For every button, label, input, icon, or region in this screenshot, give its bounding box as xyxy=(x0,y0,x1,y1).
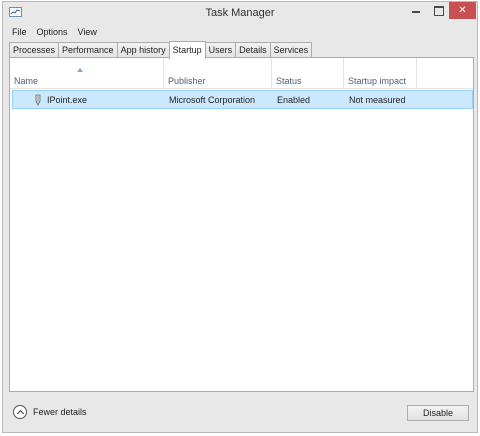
row-status: Enabled xyxy=(277,95,311,105)
menu-bar: File Options View xyxy=(7,25,102,39)
startup-list-panel: Name Publisher Status Startup impact IPo… xyxy=(9,57,474,392)
column-header-startup-impact-label: Startup impact xyxy=(348,76,407,86)
column-header-name-label: Name xyxy=(14,76,39,86)
fewer-details-toggle[interactable]: Fewer details xyxy=(13,403,87,421)
table-row[interactable]: IPoint.exe Microsoft Corporation Enabled… xyxy=(12,90,473,109)
tab-users[interactable]: Users xyxy=(204,42,237,58)
fewer-details-label: Fewer details xyxy=(33,407,87,417)
tab-strip: Processes Performance App history Startu… xyxy=(9,41,313,59)
maximize-button[interactable] xyxy=(427,2,449,19)
tab-app-history[interactable]: App history xyxy=(116,42,170,58)
column-header-status-label: Status xyxy=(276,76,302,86)
disable-button[interactable]: Disable xyxy=(407,405,469,421)
tab-startup[interactable]: Startup xyxy=(168,41,206,59)
tab-details[interactable]: Details xyxy=(235,42,271,58)
menu-options[interactable]: Options xyxy=(32,25,73,39)
column-header-row: Name Publisher Status Startup impact xyxy=(10,58,473,89)
row-startup-impact: Not measured xyxy=(349,95,406,105)
chevron-up-icon xyxy=(13,405,27,419)
column-header-status[interactable]: Status xyxy=(272,58,344,89)
row-publisher: Microsoft Corporation xyxy=(169,95,256,105)
menu-file[interactable]: File xyxy=(7,25,32,39)
minimize-button[interactable] xyxy=(405,2,427,19)
row-name: IPoint.exe xyxy=(47,95,88,105)
task-manager-window: Task Manager ✕ File Options View Process… xyxy=(2,1,478,433)
column-header-name[interactable]: Name xyxy=(10,58,164,89)
menu-view[interactable]: View xyxy=(73,25,102,39)
column-header-startup-impact[interactable]: Startup impact xyxy=(344,58,417,89)
column-header-publisher[interactable]: Publisher xyxy=(164,58,272,89)
close-icon: ✕ xyxy=(458,5,467,16)
sort-ascending-icon xyxy=(77,68,83,72)
tab-performance[interactable]: Performance xyxy=(58,42,118,58)
tab-processes[interactable]: Processes xyxy=(9,42,60,58)
pen-icon xyxy=(33,94,43,106)
column-header-publisher-label: Publisher xyxy=(168,76,206,86)
close-button[interactable]: ✕ xyxy=(449,2,476,19)
title-bar[interactable]: Task Manager ✕ xyxy=(3,2,477,24)
tab-services[interactable]: Services xyxy=(269,42,313,58)
